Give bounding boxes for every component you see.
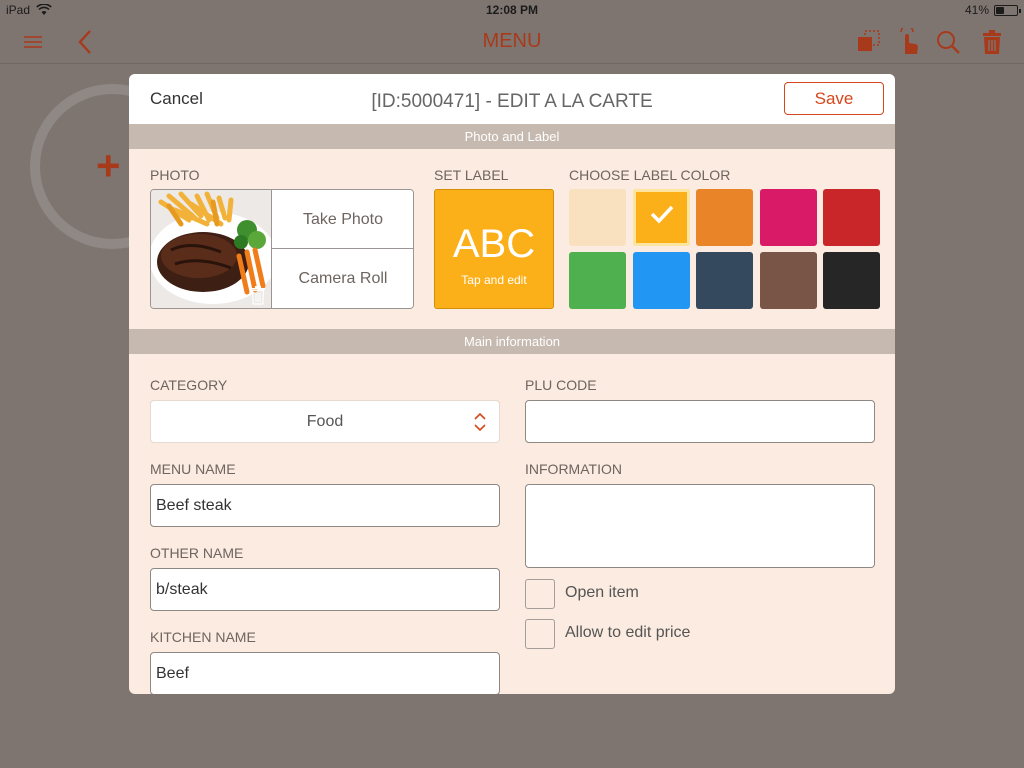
label-color-swatch[interactable] bbox=[759, 189, 817, 246]
set-label-label: SET LABEL bbox=[434, 167, 509, 183]
allow-edit-price-checkbox[interactable] bbox=[525, 619, 555, 649]
label-preview-text: ABC bbox=[452, 222, 536, 266]
open-item-label: Open item bbox=[565, 584, 639, 601]
photo-picker: Take Photo Camera Roll bbox=[150, 189, 414, 309]
category-value: Food bbox=[306, 413, 344, 430]
kitchen-name-input[interactable] bbox=[150, 652, 500, 694]
add-item-icon: + bbox=[96, 142, 121, 189]
label-color-swatch[interactable] bbox=[823, 252, 880, 309]
app-navbar: MENU bbox=[0, 20, 1024, 64]
choose-label-color-label: CHOOSE LABEL COLOR bbox=[569, 167, 731, 183]
dialog-header: Cancel [ID:5000471] - EDIT A LA CARTE Sa… bbox=[129, 74, 895, 124]
label-color-swatch[interactable] bbox=[696, 252, 753, 309]
photo-and-label-section-header: Photo and Label bbox=[129, 124, 895, 149]
camera-roll-button[interactable]: Camera Roll bbox=[271, 249, 413, 308]
photo-label: PHOTO bbox=[150, 167, 200, 183]
label-color-swatch[interactable] bbox=[632, 252, 690, 309]
checkmark-icon bbox=[650, 205, 673, 224]
label-color-swatch[interactable] bbox=[759, 252, 817, 309]
menu-name-label: MENU NAME bbox=[150, 461, 236, 477]
menu-name-input[interactable] bbox=[150, 484, 500, 527]
save-button[interactable]: Save bbox=[784, 82, 884, 115]
information-textarea[interactable] bbox=[525, 484, 875, 568]
edit-a-la-carte-dialog: Cancel [ID:5000471] - EDIT A LA CARTE Sa… bbox=[129, 74, 895, 694]
trash-icon[interactable] bbox=[978, 28, 1006, 56]
main-information-section-header: Main information bbox=[129, 329, 895, 354]
label-preview-tile[interactable]: ABC Tap and edit bbox=[434, 189, 554, 309]
plu-code-input[interactable] bbox=[525, 400, 875, 443]
search-icon[interactable] bbox=[934, 28, 962, 56]
other-name-label: OTHER NAME bbox=[150, 545, 244, 561]
status-time: 12:08 PM bbox=[485, 3, 539, 17]
open-item-checkbox[interactable] bbox=[525, 579, 555, 609]
remove-photo-icon[interactable] bbox=[250, 285, 266, 305]
status-bar: iPad 12:08 PM 41% bbox=[0, 0, 1024, 20]
label-color-swatch[interactable] bbox=[569, 189, 626, 246]
kitchen-name-label: KITCHEN NAME bbox=[150, 629, 256, 645]
label-color-swatch[interactable] bbox=[569, 252, 626, 309]
allow-edit-price-label: Allow to edit price bbox=[565, 624, 691, 641]
label-color-swatch[interactable] bbox=[632, 189, 690, 246]
label-preview-hint: Tap and edit bbox=[461, 273, 527, 287]
information-label: INFORMATION bbox=[525, 461, 622, 477]
touch-select-icon[interactable] bbox=[895, 28, 923, 56]
battery-percent: 41% bbox=[964, 3, 989, 17]
take-photo-button[interactable]: Take Photo bbox=[271, 190, 413, 249]
plu-code-label: PLU CODE bbox=[525, 377, 597, 393]
copy-icon[interactable] bbox=[855, 28, 883, 56]
category-label: CATEGORY bbox=[150, 377, 228, 393]
category-select[interactable]: Food bbox=[150, 400, 500, 443]
battery-icon bbox=[994, 4, 1021, 16]
dialog-title: [ID:5000471] - EDIT A LA CARTE bbox=[371, 91, 653, 112]
chevron-up-down-icon bbox=[474, 412, 486, 432]
menu-photo[interactable] bbox=[151, 190, 271, 308]
label-color-swatch[interactable] bbox=[823, 189, 880, 246]
other-name-input[interactable] bbox=[150, 568, 500, 611]
label-color-swatch[interactable] bbox=[696, 189, 753, 246]
